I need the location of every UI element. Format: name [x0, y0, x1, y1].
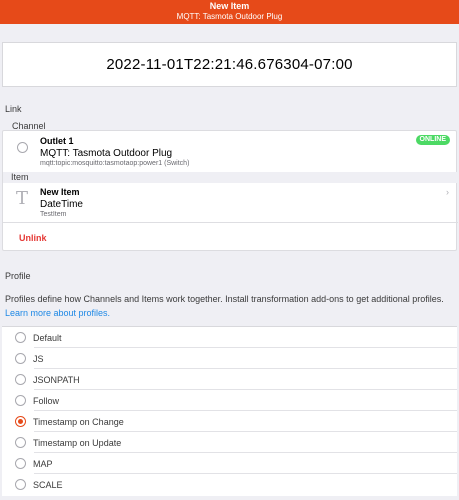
page-title: New Item	[209, 1, 250, 11]
chevron-right-icon: ›	[446, 187, 449, 197]
profile-option-label: Follow	[33, 395, 60, 406]
profile-option-timestamp-on-change[interactable]: Timestamp on Change	[2, 411, 457, 432]
radio-icon[interactable]	[15, 479, 26, 490]
online-status-badge: ONLINE	[415, 135, 450, 145]
profile-option-label: JSONPATH	[33, 374, 80, 385]
item-type: DateTime	[40, 199, 83, 210]
unlink-button[interactable]: Unlink	[19, 233, 47, 243]
profile-options-list: Default JS JSONPATH Follow Timestamp on …	[2, 326, 457, 496]
radio-checked-icon[interactable]	[15, 416, 26, 427]
channel-uid: mqtt:topic:mosquitto:tasmotaop:power1 (S…	[40, 160, 190, 167]
item-name: TestItem	[40, 211, 67, 218]
text-item-icon: T	[16, 188, 29, 209]
link-section-label: Link	[5, 104, 22, 114]
profile-option-map[interactable]: MAP	[2, 453, 457, 474]
page-subtitle: MQTT: Tasmota Outdoor Plug	[176, 12, 283, 21]
navbar: New Item MQTT: Tasmota Outdoor Plug	[0, 0, 459, 24]
radio-icon[interactable]	[15, 353, 26, 364]
profile-option-label: Default	[33, 332, 62, 343]
item-header-band	[3, 172, 458, 183]
channel-row[interactable]: Outlet 1 MQTT: Tasmota Outdoor Plug mqtt…	[3, 131, 458, 172]
item-label: Item	[11, 172, 29, 182]
radio-icon[interactable]	[15, 437, 26, 448]
learn-more-profiles-link[interactable]: Learn more about profiles.	[5, 308, 110, 318]
divider	[3, 222, 458, 223]
channel-status-icon	[17, 142, 28, 153]
item-row[interactable]: T New Item DateTime TestItem ›	[3, 183, 458, 222]
state-value-card: 2022-11-01T22:21:46.676304-07:00	[2, 42, 457, 87]
profile-option-timestamp-on-update[interactable]: Timestamp on Update	[2, 432, 457, 453]
state-value: 2022-11-01T22:21:46.676304-07:00	[106, 56, 353, 73]
channel-thing: MQTT: Tasmota Outdoor Plug	[40, 148, 173, 159]
link-card: Outlet 1 MQTT: Tasmota Outdoor Plug mqtt…	[2, 130, 458, 251]
profile-section-label: Profile	[5, 271, 31, 281]
channel-title: Outlet 1	[40, 136, 74, 146]
radio-icon[interactable]	[15, 395, 26, 406]
profile-description-text: Profiles define how Channels and Items w…	[5, 294, 444, 304]
profile-option-default[interactable]: Default	[2, 327, 457, 348]
radio-icon[interactable]	[15, 458, 26, 469]
profile-option-label: Timestamp on Update	[33, 437, 122, 448]
profile-option-jsonpath[interactable]: JSONPATH	[2, 369, 457, 390]
radio-icon[interactable]	[15, 332, 26, 343]
profile-option-follow[interactable]: Follow	[2, 390, 457, 411]
profile-option-label: JS	[33, 353, 44, 364]
item-title: New Item	[40, 187, 80, 197]
profile-option-label: Timestamp on Change	[33, 416, 124, 427]
profile-description: Profiles define how Channels and Items w…	[5, 292, 457, 320]
profile-option-label: SCALE	[33, 479, 63, 490]
radio-icon[interactable]	[15, 374, 26, 385]
profile-option-label: MAP	[33, 458, 53, 469]
profile-option-scale[interactable]: SCALE	[2, 474, 457, 495]
profile-option-js[interactable]: JS	[2, 348, 457, 369]
